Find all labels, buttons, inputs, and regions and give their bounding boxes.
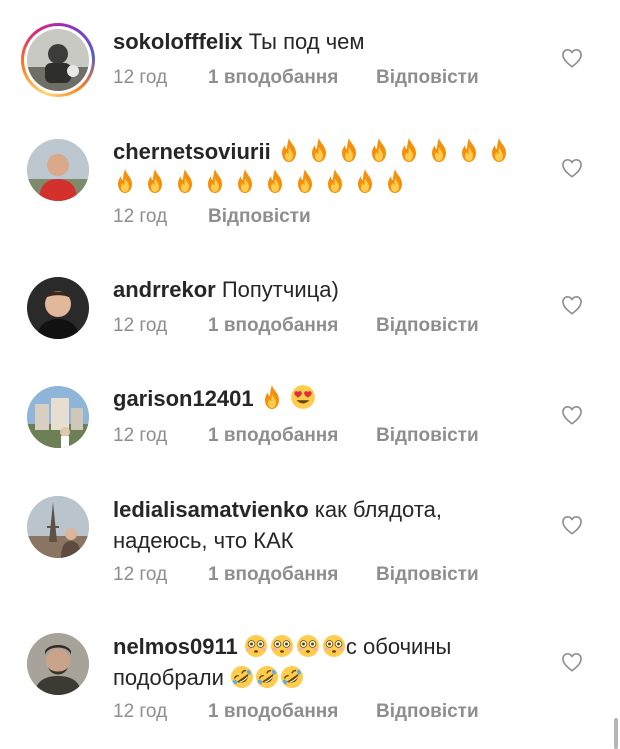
- avatar[interactable]: [27, 496, 89, 558]
- comment-meta: 12 год 1 вподобання Відповісти: [113, 67, 479, 89]
- comment-body: andrrekor Попутчица): [113, 274, 533, 305]
- comment-body: chernetsoviurii: [113, 136, 533, 198]
- story-ring[interactable]: [21, 23, 95, 97]
- like-heart-icon[interactable]: [561, 48, 583, 68]
- fire-emoji-icon: [263, 168, 287, 194]
- avatar[interactable]: [27, 139, 89, 201]
- comment-username[interactable]: chernetsoviurii: [113, 139, 271, 164]
- flushed-emoji-icon: [244, 634, 268, 658]
- fire-emoji-icon: [487, 137, 511, 163]
- comment-meta: 12 год 1 вподобання Відповісти: [113, 315, 479, 337]
- comment-meta: 12 год 1 вподобання Відповісти: [113, 701, 479, 723]
- reply-button[interactable]: Відповісти: [376, 315, 479, 336]
- comment-likes[interactable]: 1 вподобання: [208, 564, 376, 586]
- like-heart-icon[interactable]: [561, 405, 583, 425]
- comment-body: sokolofffelix Ты под чем: [113, 26, 533, 57]
- avatar-image: [27, 633, 89, 695]
- avatar-image: [27, 277, 89, 339]
- avatar[interactable]: [27, 29, 89, 91]
- fire-emoji-icon: [203, 168, 227, 194]
- comment-meta: 12 год Відповісти: [113, 206, 311, 228]
- comment-text-line1: как блядота,: [314, 497, 442, 522]
- like-heart-icon[interactable]: [561, 295, 583, 315]
- avatar[interactable]: [27, 277, 89, 339]
- fire-emoji-icon: [113, 168, 137, 194]
- rofl-emoji-icon: [255, 665, 279, 689]
- comment-time: 12 год: [113, 315, 168, 336]
- comment-text: Ты под чем: [248, 29, 365, 54]
- comment-username[interactable]: garison12401: [113, 386, 254, 411]
- reply-button[interactable]: Відповісти: [376, 564, 479, 585]
- comment-time: 12 год: [113, 67, 168, 88]
- fire-emoji-icon: [397, 137, 421, 163]
- comment-meta: 12 год 1 вподобання Відповісти: [113, 564, 479, 586]
- comment-text-line1: с обочины: [345, 634, 452, 659]
- comment-meta: 12 год 1 вподобання Відповісти: [113, 425, 479, 447]
- reply-button[interactable]: Відповісти: [376, 67, 479, 88]
- comment-username[interactable]: sokolofffelix: [113, 29, 243, 54]
- reply-button[interactable]: Відповісти: [376, 701, 479, 722]
- reply-button[interactable]: Відповісти: [208, 206, 311, 227]
- like-heart-icon[interactable]: [561, 652, 583, 672]
- fire-emoji-icon: [457, 137, 481, 163]
- avatar-image: [27, 386, 89, 448]
- flushed-emoji-icon: [270, 634, 294, 658]
- avatar-image: [27, 139, 89, 201]
- fire-emoji-icon: [277, 137, 301, 163]
- comment-body: nelmos0911 с обочины подобрали: [113, 631, 533, 693]
- fire-emoji-icon: [233, 168, 257, 194]
- like-heart-icon[interactable]: [561, 515, 583, 535]
- comment-likes[interactable]: 1 вподобання: [208, 701, 376, 723]
- fire-emoji-icon: [260, 384, 284, 410]
- comment-text-line2: подобрали: [113, 665, 224, 690]
- fire-emoji-icon: [293, 168, 317, 194]
- rofl-emoji-icon: [230, 665, 254, 689]
- rofl-emoji-icon: [280, 665, 304, 689]
- fire-emoji-icon: [383, 168, 407, 194]
- flushed-emoji-icon: [296, 634, 320, 658]
- fire-emoji-icon: [323, 168, 347, 194]
- comment-time: 12 год: [113, 206, 168, 227]
- comment-body: ledialisamatvienko как блядота, надеюсь,…: [113, 494, 533, 556]
- comment-time: 12 год: [113, 701, 168, 722]
- avatar[interactable]: [27, 386, 89, 448]
- avatar-image: [27, 496, 89, 558]
- comment-time: 12 год: [113, 564, 168, 585]
- comment-username[interactable]: ledialisamatvienko: [113, 497, 309, 522]
- fire-emoji-icon: [353, 168, 377, 194]
- comment-time: 12 год: [113, 425, 168, 446]
- comment-text-line2: надеюсь, что КАК: [113, 528, 294, 553]
- scrollbar[interactable]: [614, 718, 618, 749]
- fire-emoji-icon: [143, 168, 167, 194]
- comment-username[interactable]: nelmos0911: [113, 634, 238, 659]
- fire-emoji-icon: [307, 137, 331, 163]
- comment-body: garison12401: [113, 383, 533, 414]
- fire-emoji-icon: [367, 137, 391, 163]
- comment-likes[interactable]: 1 вподобання: [208, 67, 376, 89]
- fire-emoji-icon: [173, 168, 197, 194]
- heart-eyes-emoji-icon: [290, 384, 316, 410]
- flushed-emoji-icon: [322, 634, 346, 658]
- avatar-image: [27, 29, 89, 91]
- comment-username[interactable]: andrrekor: [113, 277, 216, 302]
- comment-text: Попутчица): [221, 277, 339, 302]
- reply-button[interactable]: Відповісти: [376, 425, 479, 446]
- comment-likes[interactable]: 1 вподобання: [208, 315, 376, 337]
- avatar[interactable]: [27, 633, 89, 695]
- like-heart-icon[interactable]: [561, 158, 583, 178]
- fire-emoji-icon: [427, 137, 451, 163]
- fire-emoji-icon: [337, 137, 361, 163]
- comment-likes[interactable]: 1 вподобання: [208, 425, 376, 447]
